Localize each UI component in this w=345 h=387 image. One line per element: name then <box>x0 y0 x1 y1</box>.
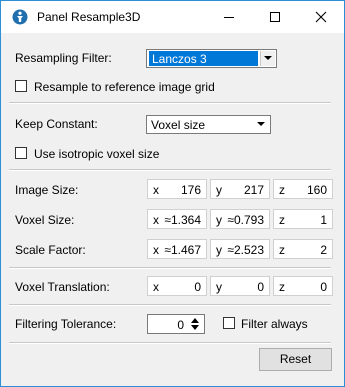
axis-z-label: z <box>279 183 285 197</box>
chevron-down-icon <box>260 51 275 66</box>
resample3d-window: Panel Resample3D Resampling Filter: Lanc… <box>0 0 345 387</box>
reset-button[interactable]: Reset <box>259 348 332 371</box>
filter-always-checkbox[interactable] <box>223 317 235 329</box>
voxel-translation-y-value: 0 <box>257 280 264 294</box>
image-size-y-value: 217 <box>243 183 264 197</box>
image-size-label: Image Size: <box>15 183 79 197</box>
resampling-filter-dropdown[interactable]: Lanczos 3 <box>146 49 277 68</box>
resample-reference-label: Resample to reference image grid <box>34 80 215 94</box>
axis-y-label: y <box>216 280 222 294</box>
filter-always-label: Filter always <box>241 317 308 331</box>
voxel-size-label: Voxel Size: <box>15 213 75 227</box>
voxel-size-x-value: ≈1.364 <box>164 213 201 227</box>
voxel-size-x-field[interactable]: x ≈1.364 <box>147 209 207 229</box>
axis-y-label: y <box>216 213 222 227</box>
voxel-translation-z-value: 0 <box>320 280 327 294</box>
axis-x-label: x <box>153 243 159 257</box>
image-size-x-field[interactable]: x 176 <box>147 179 207 199</box>
image-size-x-value: 176 <box>180 183 201 197</box>
title-bar[interactable]: Panel Resample3D <box>1 1 344 33</box>
close-button[interactable] <box>298 1 344 33</box>
maximize-button[interactable] <box>252 1 298 33</box>
axis-z-label: z <box>279 213 285 227</box>
voxel-translation-label: Voxel Translation: <box>15 280 110 294</box>
keep-constant-value: Voxel size <box>151 118 206 132</box>
filtering-tolerance-value: 0 <box>177 318 184 332</box>
scale-factor-x-field[interactable]: x ≈1.467 <box>147 239 207 259</box>
scale-factor-z-field[interactable]: z2 <box>273 239 333 259</box>
keep-constant-dropdown[interactable]: Voxel size <box>146 115 271 134</box>
close-icon <box>315 11 327 23</box>
voxel-size-z-value: 1 <box>320 213 327 227</box>
voxel-size-y-value: ≈0.793 <box>227 213 264 227</box>
separator <box>9 267 331 269</box>
resampling-filter-label: Resampling Filter: <box>15 51 112 65</box>
axis-y-label: y <box>216 183 222 197</box>
axis-y-label: y <box>216 243 222 257</box>
voxel-translation-x-field[interactable]: x0 <box>147 276 207 296</box>
chevron-down-icon <box>254 117 269 132</box>
separator <box>9 304 331 306</box>
image-size-z-value: 160 <box>306 183 327 197</box>
resampling-filter-value: Lanczos 3 <box>149 51 258 66</box>
axis-x-label: x <box>153 280 159 294</box>
maximize-icon <box>270 12 280 22</box>
axis-x-label: x <box>153 213 159 227</box>
voxel-translation-x-value: 0 <box>194 280 201 294</box>
image-size-y-field[interactable]: y 217 <box>210 179 270 199</box>
scale-factor-y-value: ≈2.523 <box>227 243 264 257</box>
minimize-icon <box>224 17 234 18</box>
voxel-translation-y-field[interactable]: y0 <box>210 276 270 296</box>
isotropic-voxel-checkbox[interactable] <box>15 147 27 159</box>
resample-reference-checkbox[interactable] <box>15 80 27 92</box>
scale-factor-label: Scale Factor: <box>15 243 86 257</box>
voxel-translation-z-field[interactable]: z0 <box>273 276 333 296</box>
app-logo-icon <box>12 9 28 25</box>
voxel-size-z-field[interactable]: z1 <box>273 209 333 229</box>
filtering-tolerance-spinbox[interactable]: 0 <box>147 314 205 334</box>
axis-z-label: z <box>279 280 285 294</box>
window-title: Panel Resample3D <box>37 10 141 24</box>
keep-constant-label: Keep Constant: <box>15 117 98 131</box>
spin-arrows-icon[interactable] <box>187 316 203 332</box>
isotropic-voxel-label: Use isotropic voxel size <box>34 147 160 161</box>
separator <box>9 342 331 344</box>
separator <box>9 102 331 104</box>
scale-factor-z-value: 2 <box>320 243 327 257</box>
minimize-button[interactable] <box>206 1 252 33</box>
voxel-size-y-field[interactable]: y ≈0.793 <box>210 209 270 229</box>
scale-factor-x-value: ≈1.467 <box>164 243 201 257</box>
axis-z-label: z <box>279 243 285 257</box>
axis-x-label: x <box>153 183 159 197</box>
separator <box>9 169 331 171</box>
image-size-z-field[interactable]: z 160 <box>273 179 333 199</box>
scale-factor-y-field[interactable]: y ≈2.523 <box>210 239 270 259</box>
filtering-tolerance-label: Filtering Tolerance: <box>15 317 117 331</box>
